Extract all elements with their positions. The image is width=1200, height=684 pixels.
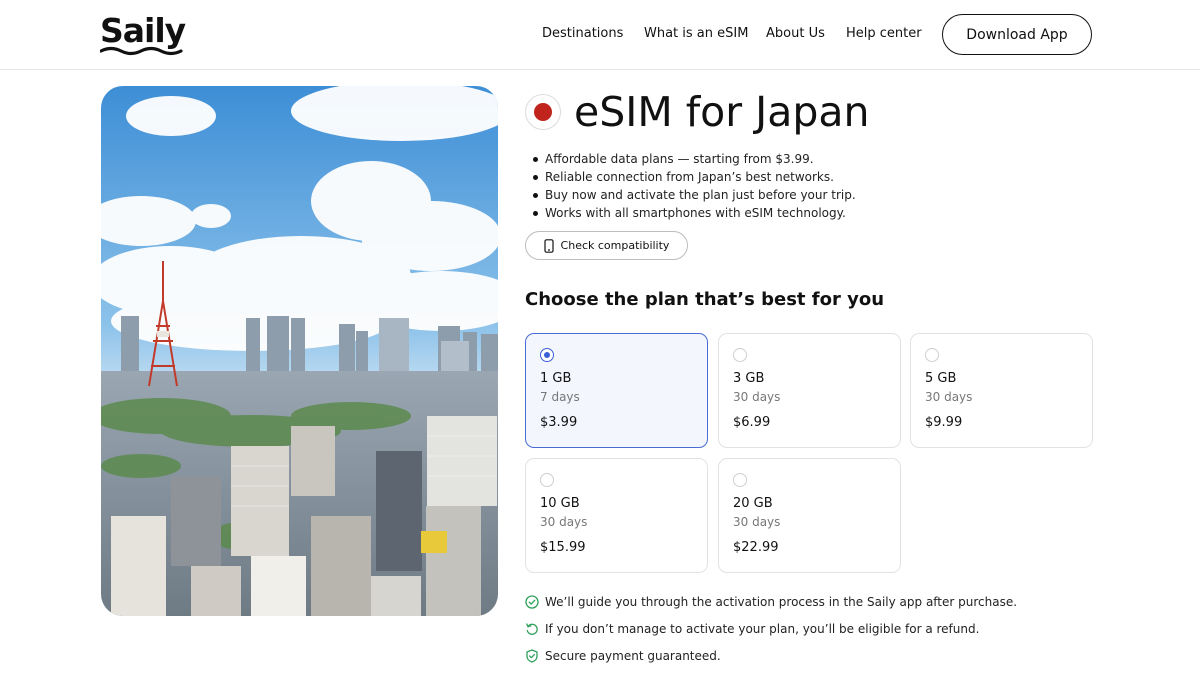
check-compatibility-label: Check compatibility bbox=[560, 239, 670, 252]
plan-data: 5 GB bbox=[925, 371, 957, 386]
plan-duration: 7 days bbox=[540, 390, 580, 404]
feature-item: Reliable connection from Japan’s best ne… bbox=[533, 168, 856, 186]
tokyo-skyline-photo bbox=[101, 86, 498, 616]
plan-card-3gb[interactable]: 3 GB 30 days $6.99 bbox=[718, 333, 901, 448]
plan-price: $22.99 bbox=[733, 540, 779, 555]
plan-duration: 30 days bbox=[925, 390, 973, 404]
check-compatibility-button[interactable]: Check compatibility bbox=[525, 231, 688, 260]
download-app-button[interactable]: Download App bbox=[942, 14, 1092, 55]
hero-image bbox=[101, 86, 498, 616]
assurance-text: We’ll guide you through the activation p… bbox=[545, 595, 1018, 609]
page-title: eSIM for Japan bbox=[574, 88, 870, 136]
check-circle-icon bbox=[525, 595, 539, 609]
feature-item: Buy now and activate the plan just befor… bbox=[533, 186, 856, 204]
nav-destinations[interactable]: Destinations bbox=[542, 25, 623, 43]
feature-item: Affordable data plans — starting from $3… bbox=[533, 150, 856, 168]
plan-duration: 30 days bbox=[733, 390, 781, 404]
shield-check-icon bbox=[526, 649, 538, 663]
plan-radio[interactable] bbox=[733, 473, 747, 487]
plan-data: 1 GB bbox=[540, 371, 572, 386]
nav-about-us[interactable]: About Us bbox=[766, 25, 825, 43]
plan-card-10gb[interactable]: 10 GB 30 days $15.99 bbox=[525, 458, 708, 573]
assurance-activation: We’ll guide you through the activation p… bbox=[525, 594, 1017, 610]
plan-price: $15.99 bbox=[540, 540, 586, 555]
plan-radio[interactable] bbox=[925, 348, 939, 362]
plan-duration: 30 days bbox=[540, 515, 588, 529]
refund-icon bbox=[526, 623, 538, 635]
feature-list: Affordable data plans — starting from $3… bbox=[533, 150, 856, 222]
plans-heading: Choose the plan that’s best for you bbox=[525, 289, 885, 310]
assurance-text: If you don’t manage to activate your pla… bbox=[545, 622, 980, 636]
plan-price: $9.99 bbox=[925, 415, 963, 430]
plan-data: 10 GB bbox=[540, 496, 580, 511]
smartphone-icon bbox=[543, 238, 554, 253]
assurance-text: Secure payment guaranteed. bbox=[545, 649, 721, 663]
plan-card-5gb[interactable]: 5 GB 30 days $9.99 bbox=[910, 333, 1093, 448]
saily-logo[interactable]: Saily bbox=[100, 12, 190, 56]
plan-data: 20 GB bbox=[733, 496, 773, 511]
plan-radio[interactable] bbox=[540, 348, 554, 362]
plan-card-1gb[interactable]: 1 GB 7 days $3.99 bbox=[525, 333, 708, 448]
nav-help-center[interactable]: Help center bbox=[846, 25, 922, 43]
site-header: Saily Destinations What is an eSIM About… bbox=[0, 0, 1200, 70]
plan-duration: 30 days bbox=[733, 515, 781, 529]
plan-price: $6.99 bbox=[733, 415, 771, 430]
japan-flag-icon bbox=[525, 94, 561, 130]
plan-card-20gb[interactable]: 20 GB 30 days $22.99 bbox=[718, 458, 901, 573]
plan-data: 3 GB bbox=[733, 371, 765, 386]
assurance-secure-payment: Secure payment guaranteed. bbox=[525, 648, 721, 664]
flag-circle bbox=[534, 103, 552, 121]
plan-price: $3.99 bbox=[540, 415, 578, 430]
plan-radio[interactable] bbox=[540, 473, 554, 487]
nav-what-is-esim[interactable]: What is an eSIM bbox=[644, 25, 748, 43]
assurance-refund: If you don’t manage to activate your pla… bbox=[525, 621, 979, 637]
wave-icon bbox=[100, 46, 183, 56]
logo-wordmark: Saily bbox=[100, 11, 186, 50]
feature-item: Works with all smartphones with eSIM tec… bbox=[533, 204, 856, 222]
plan-radio[interactable] bbox=[733, 348, 747, 362]
